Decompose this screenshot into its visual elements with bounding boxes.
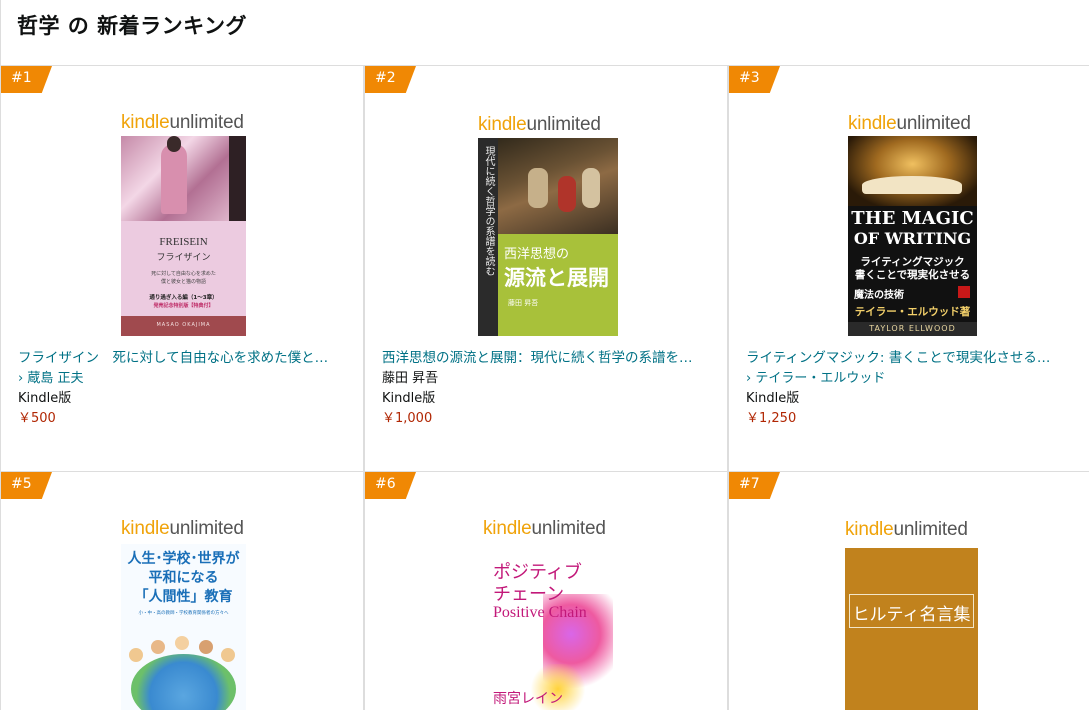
format-label: Kindle版	[746, 391, 800, 406]
book-cover[interactable]: 人生･学校･世界が 平和になる 「人間性」教育 小・中・高の教師・学校教育関係者…	[121, 544, 246, 710]
product-card[interactable]: #3 kindleunlimited THE MAGIC OF WRITING …	[728, 66, 1089, 472]
kindle-unlimited-logo: kindleunlimited	[478, 114, 601, 135]
product-card[interactable]: #7 kindleunlimited ヒルティ名言集	[728, 472, 1089, 710]
product-card[interactable]: #1 kindleunlimited FREISEIN フライザイン 死に対して…	[0, 66, 364, 472]
kindle-unlimited-logo: kindleunlimited	[848, 113, 971, 134]
cover-vertical-text: 現代に続く哲学の系譜を読む	[483, 146, 494, 276]
cover-title-jp: フライザイン	[156, 253, 211, 263]
price: ￥500	[18, 411, 56, 426]
product-title-link[interactable]: ライティングマジック: 書くことで現実化させる…	[746, 346, 1076, 366]
ranking-grid: #1 kindleunlimited FREISEIN フライザイン 死に対して…	[0, 66, 1089, 710]
kindle-unlimited-logo: kindleunlimited	[483, 518, 606, 539]
author-name: 藤田 昇吾	[382, 371, 439, 386]
product-card[interactable]: #5 kindleunlimited 人生･学校･世界が 平和になる 「人間性」…	[0, 472, 364, 710]
rank-badge: #2	[365, 66, 416, 93]
rank-badge: #6	[365, 472, 416, 499]
author-link[interactable]: › 蔵島 正夫	[18, 367, 83, 386]
format-label: Kindle版	[18, 391, 72, 406]
product-title-link[interactable]: 西洋思想の源流と展開：現代に続く哲学の系譜を…	[382, 346, 712, 366]
format-label: Kindle版	[382, 391, 436, 406]
kindle-unlimited-logo: kindleunlimited	[121, 112, 244, 133]
kindle-unlimited-logo: kindleunlimited	[845, 519, 968, 540]
rank-badge: #5	[1, 472, 52, 499]
book-cover[interactable]: ポジティブ チェーン Positive Chain 雨宮レイン	[483, 544, 618, 710]
price: ￥1,250	[746, 411, 797, 426]
book-cover[interactable]: FREISEIN フライザイン 死に対して自由な心を求めた 僕と彼女と猫の物語 …	[121, 136, 246, 336]
product-card[interactable]: #6 kindleunlimited ポジティブ チェーン Positive C…	[364, 472, 728, 710]
cover-title: ヒルティ名言集	[852, 605, 971, 625]
author-link[interactable]: › テイラー・エルウッド	[746, 367, 885, 386]
rank-badge: #3	[729, 66, 780, 93]
book-cover[interactable]: ヒルティ名言集	[845, 548, 978, 710]
kindle-unlimited-logo: kindleunlimited	[121, 518, 244, 539]
section-header: 哲学 の 新着ランキング	[0, 0, 1089, 66]
price: ￥1,000	[382, 411, 433, 426]
rank-badge: #7	[729, 472, 780, 499]
product-card[interactable]: #2 kindleunlimited 現代に続く哲学の系譜を読む 西洋思想の 源…	[364, 66, 728, 472]
cover-title-en: FREISEIN	[159, 236, 208, 248]
product-title-link[interactable]: フライザイン 死に対して自由な心を求めた僕と…	[18, 346, 348, 366]
book-cover[interactable]: 現代に続く哲学の系譜を読む 西洋思想の 源流と展開 藤田 昇吾	[478, 138, 618, 336]
section-title: 哲学 の 新着ランキング	[17, 14, 247, 38]
book-cover[interactable]: THE MAGIC OF WRITING ライティングマジック 書くことで現実化…	[848, 136, 977, 336]
rank-badge: #1	[1, 66, 52, 93]
